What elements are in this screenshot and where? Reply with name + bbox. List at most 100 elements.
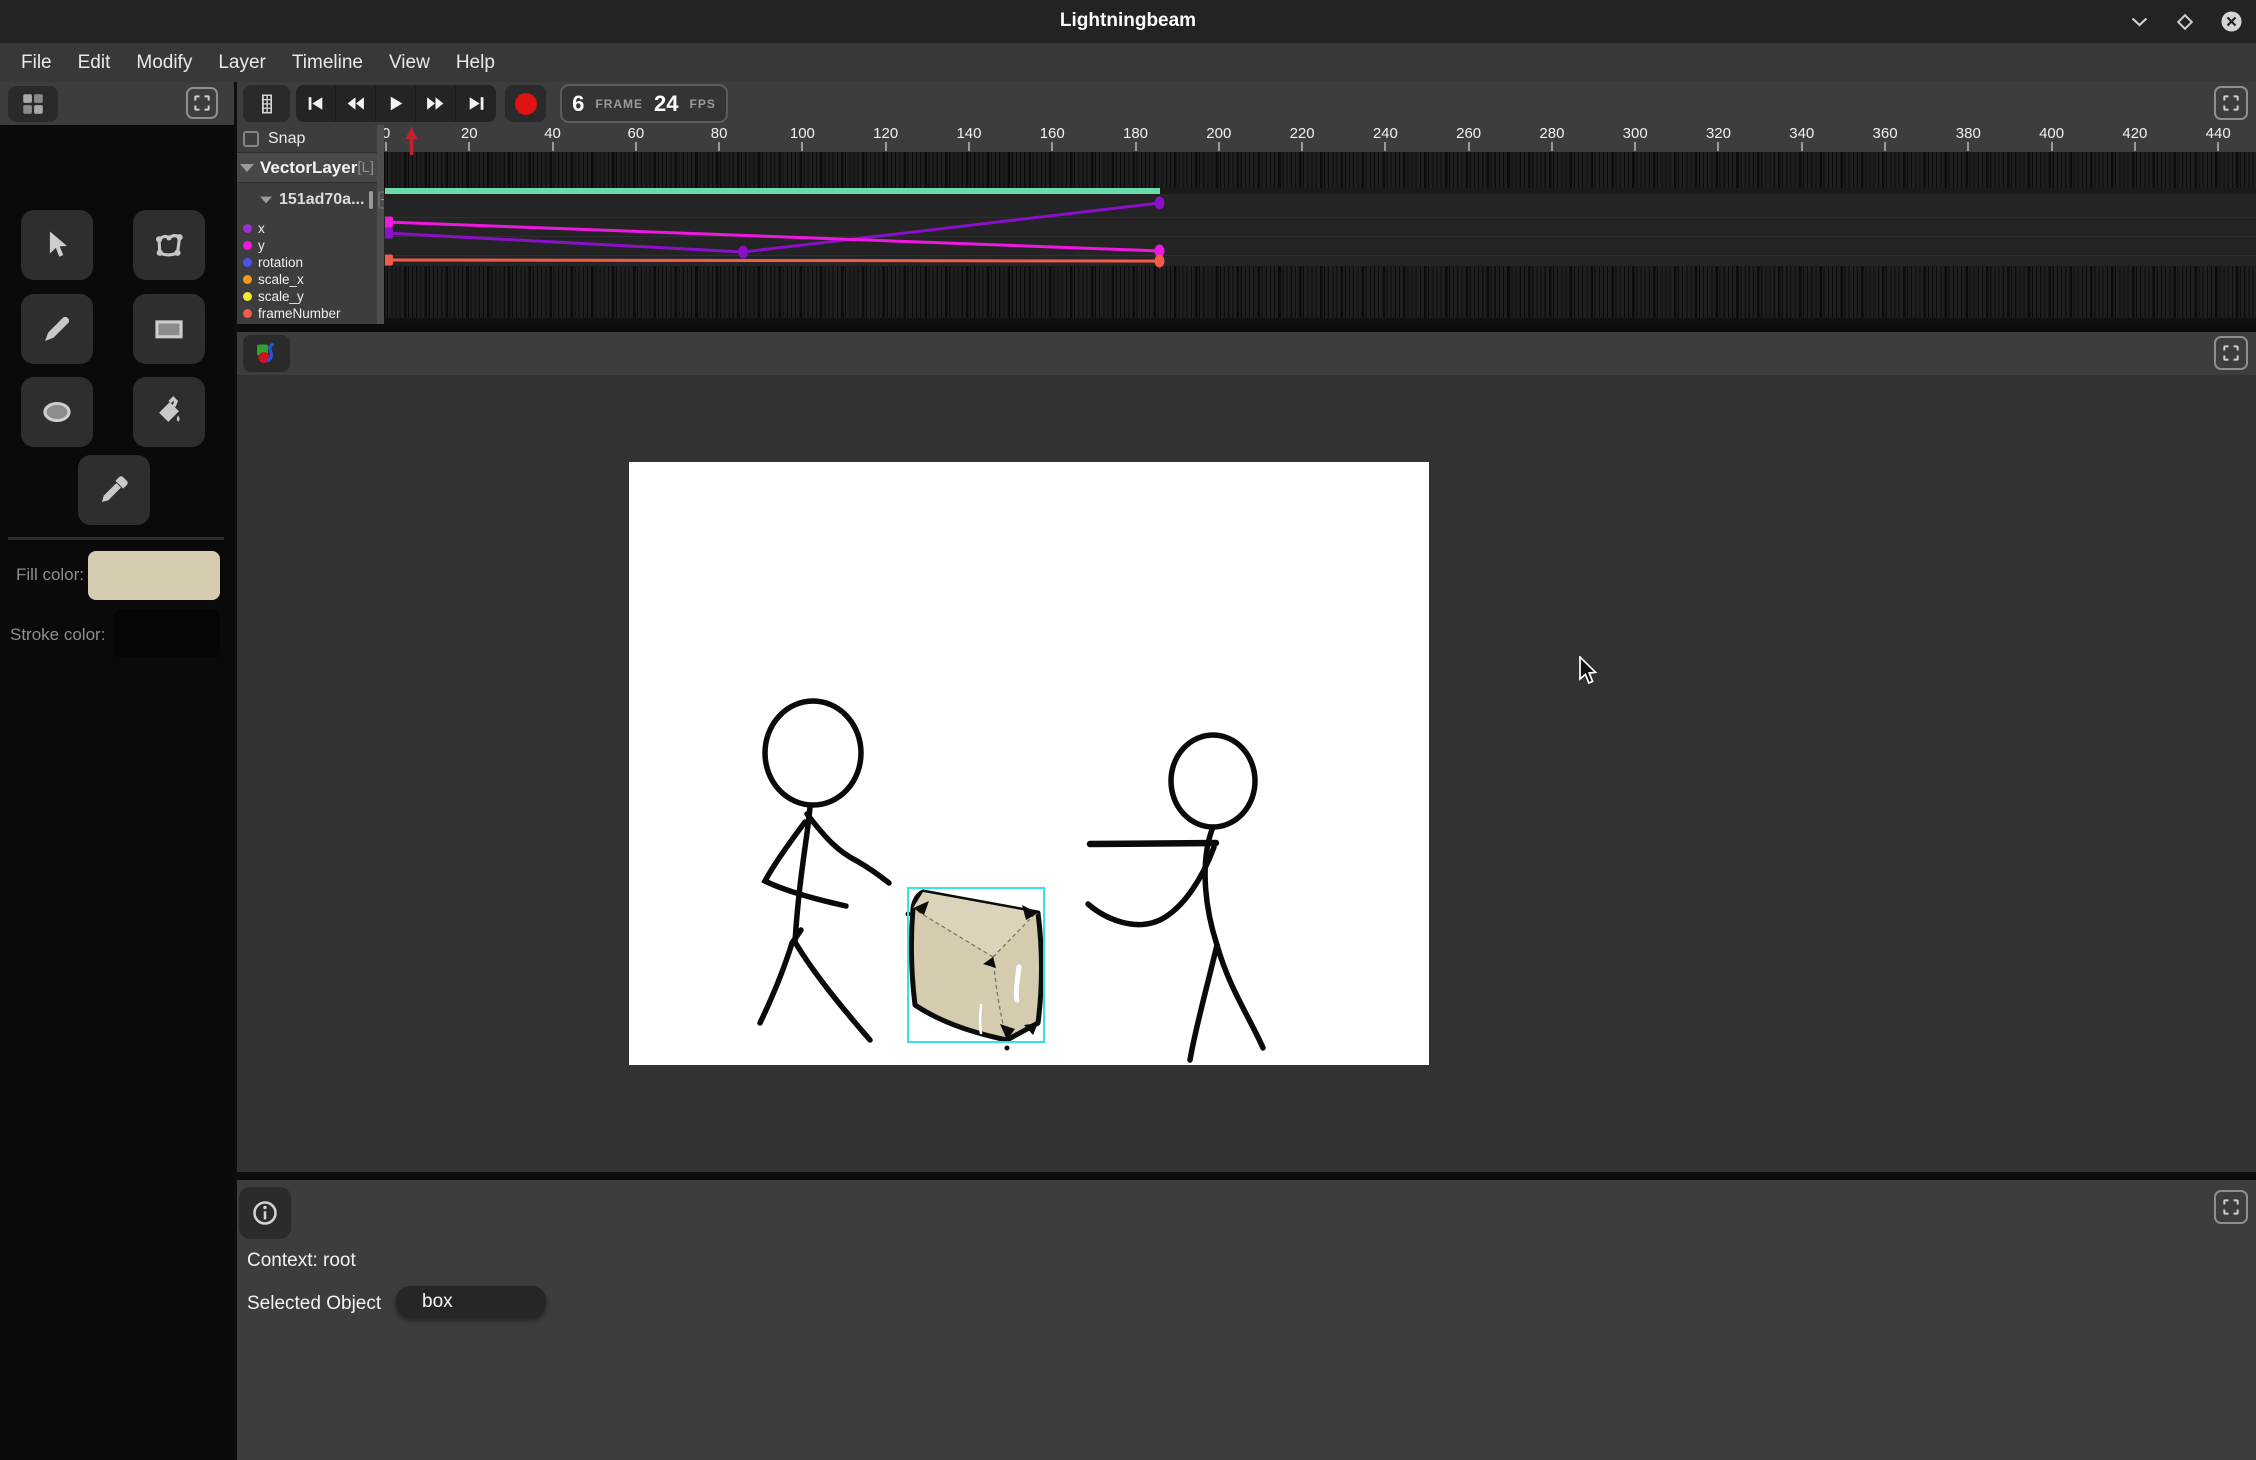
menu-item-layer[interactable]: Layer <box>205 43 279 82</box>
app-window: Lightningbeam FileEditModifyLayerTimelin… <box>0 0 2256 1460</box>
clip-swatch-button[interactable] <box>369 191 373 209</box>
property-row-scale_x[interactable]: scale_x <box>237 271 377 288</box>
property-row-scale_y[interactable]: scale_y <box>237 288 377 305</box>
keyframe-y-0[interactable] <box>385 217 393 228</box>
ruler-mark <box>885 142 887 151</box>
snap-label: Snap <box>268 130 305 148</box>
timeline-controls: 6 FRAME 24 FPS <box>237 82 2256 125</box>
ruler-mark <box>2217 142 2219 151</box>
keyframe-x-186[interactable] <box>1155 197 1165 210</box>
grid-icon <box>20 91 46 117</box>
menu-item-edit[interactable]: Edit <box>65 43 124 82</box>
menu-item-view[interactable]: View <box>376 43 443 82</box>
fill-color-swatch[interactable] <box>88 551 220 600</box>
paint-bucket-tool-button[interactable] <box>133 377 205 447</box>
ellipse-tool-button[interactable] <box>21 377 93 447</box>
mouse-cursor <box>1578 656 1604 686</box>
menu-item-timeline[interactable]: Timeline <box>279 43 376 82</box>
select-tool-button[interactable] <box>21 210 93 280</box>
info-button[interactable] <box>239 1187 291 1239</box>
timeline-expand-button[interactable] <box>2214 86 2248 120</box>
snap-checkbox[interactable] <box>243 131 259 147</box>
keyframe-frameNumber-186[interactable] <box>1155 255 1165 268</box>
ruler-number: 420 <box>2105 125 2165 142</box>
curve-y[interactable] <box>385 222 1160 251</box>
ruler-number: 200 <box>1189 125 1249 142</box>
menu-item-help[interactable]: Help <box>443 43 508 82</box>
fast-forward-button[interactable] <box>416 85 456 122</box>
maximize-button[interactable] <box>2174 11 2196 33</box>
property-color-dot <box>243 241 252 250</box>
record-icon <box>515 93 537 115</box>
minimize-button[interactable] <box>2128 11 2150 33</box>
rewind-button[interactable] <box>336 85 376 122</box>
layer-name: VectorLayer <box>260 158 357 178</box>
layer-row[interactable]: VectorLayer [L] <box>237 152 377 183</box>
ruler-tick-360: 360 <box>1855 125 1915 151</box>
property-row-x[interactable]: x <box>237 220 377 237</box>
ruler-mark <box>801 142 803 151</box>
timeline-splitter[interactable] <box>377 125 384 324</box>
skip-end-button[interactable] <box>456 85 496 122</box>
close-circle-icon <box>2221 11 2242 32</box>
property-color-dot <box>243 275 252 284</box>
expand-icon <box>192 93 212 113</box>
ruler-tick-20: 20 <box>439 125 499 151</box>
skip-end-icon <box>466 93 487 114</box>
tools-expand-button[interactable] <box>186 87 218 119</box>
tools-divider <box>8 537 224 540</box>
ruler-mark <box>1468 142 1470 151</box>
menu-item-file[interactable]: File <box>8 43 65 82</box>
inspector-expand-button[interactable] <box>2214 1190 2248 1224</box>
chevron-down-icon[interactable] <box>240 164 254 172</box>
selected-object-input[interactable]: box <box>396 1286 546 1317</box>
drawing-canvas[interactable] <box>629 462 1429 1065</box>
animation-curves[interactable] <box>385 152 2255 324</box>
skip-start-button[interactable] <box>296 85 336 122</box>
tools-panel-header <box>0 82 234 125</box>
canvas-expand-button[interactable] <box>2214 336 2248 370</box>
keyframe-frameNumber-0[interactable] <box>385 255 393 266</box>
chevron-down-icon[interactable] <box>260 196 272 203</box>
tools-panel: Fill color: Stroke color: <box>0 82 234 1460</box>
window-title: Lightningbeam <box>0 10 2256 32</box>
property-row-rotation[interactable]: rotation <box>237 254 377 271</box>
ruler-mark <box>1301 142 1303 151</box>
film-strip-button[interactable] <box>243 85 290 122</box>
property-row-frameNumber[interactable]: frameNumber <box>237 305 377 322</box>
clip-name: 151ad70a... <box>279 191 364 209</box>
keyframe-x-0[interactable] <box>385 228 393 239</box>
ruler-mark <box>385 142 387 151</box>
stroke-color-swatch[interactable] <box>114 609 220 658</box>
property-color-dot <box>243 309 252 318</box>
ruler-mark <box>1384 142 1386 151</box>
clip-row[interactable]: 151ad70a... ~ <box>237 185 377 214</box>
ruler-number: 60 <box>606 125 666 142</box>
canvas-logo-button[interactable] <box>243 335 290 372</box>
timeline-ruler[interactable]: 0204060801001201401601802002202402602803… <box>384 125 2256 152</box>
close-button[interactable] <box>2220 11 2242 33</box>
keyframe-x-86[interactable] <box>738 246 748 259</box>
timeline-panel: 6 FRAME 24 FPS Snap 02040608010012014016… <box>237 82 2256 324</box>
transform-tool-button[interactable] <box>133 210 205 280</box>
menu-item-modify[interactable]: Modify <box>123 43 205 82</box>
property-row-y[interactable]: y <box>237 237 377 254</box>
inspector-panel: Context: root Selected Object box <box>237 1180 2256 1460</box>
ruler-number: 340 <box>1772 125 1832 142</box>
title-bar: Lightningbeam <box>0 0 2256 43</box>
panel-grid-button[interactable] <box>8 86 58 122</box>
timeline-tracks[interactable] <box>384 152 2256 324</box>
rectangle-tool-button[interactable] <box>133 294 205 364</box>
curve-frameNumber[interactable] <box>385 260 1160 261</box>
ruler-tick-400: 400 <box>2022 125 2082 151</box>
play-button[interactable] <box>376 85 416 122</box>
eyedropper-tool-button[interactable] <box>78 455 150 525</box>
playhead[interactable] <box>403 126 420 156</box>
property-name: scale_x <box>258 272 304 287</box>
ruler-number: 140 <box>939 125 999 142</box>
ruler-mark <box>1051 142 1053 151</box>
eyedropper-icon <box>97 473 131 507</box>
ruler-number: 380 <box>1938 125 1998 142</box>
pencil-tool-button[interactable] <box>21 294 93 364</box>
record-button[interactable] <box>505 85 546 122</box>
